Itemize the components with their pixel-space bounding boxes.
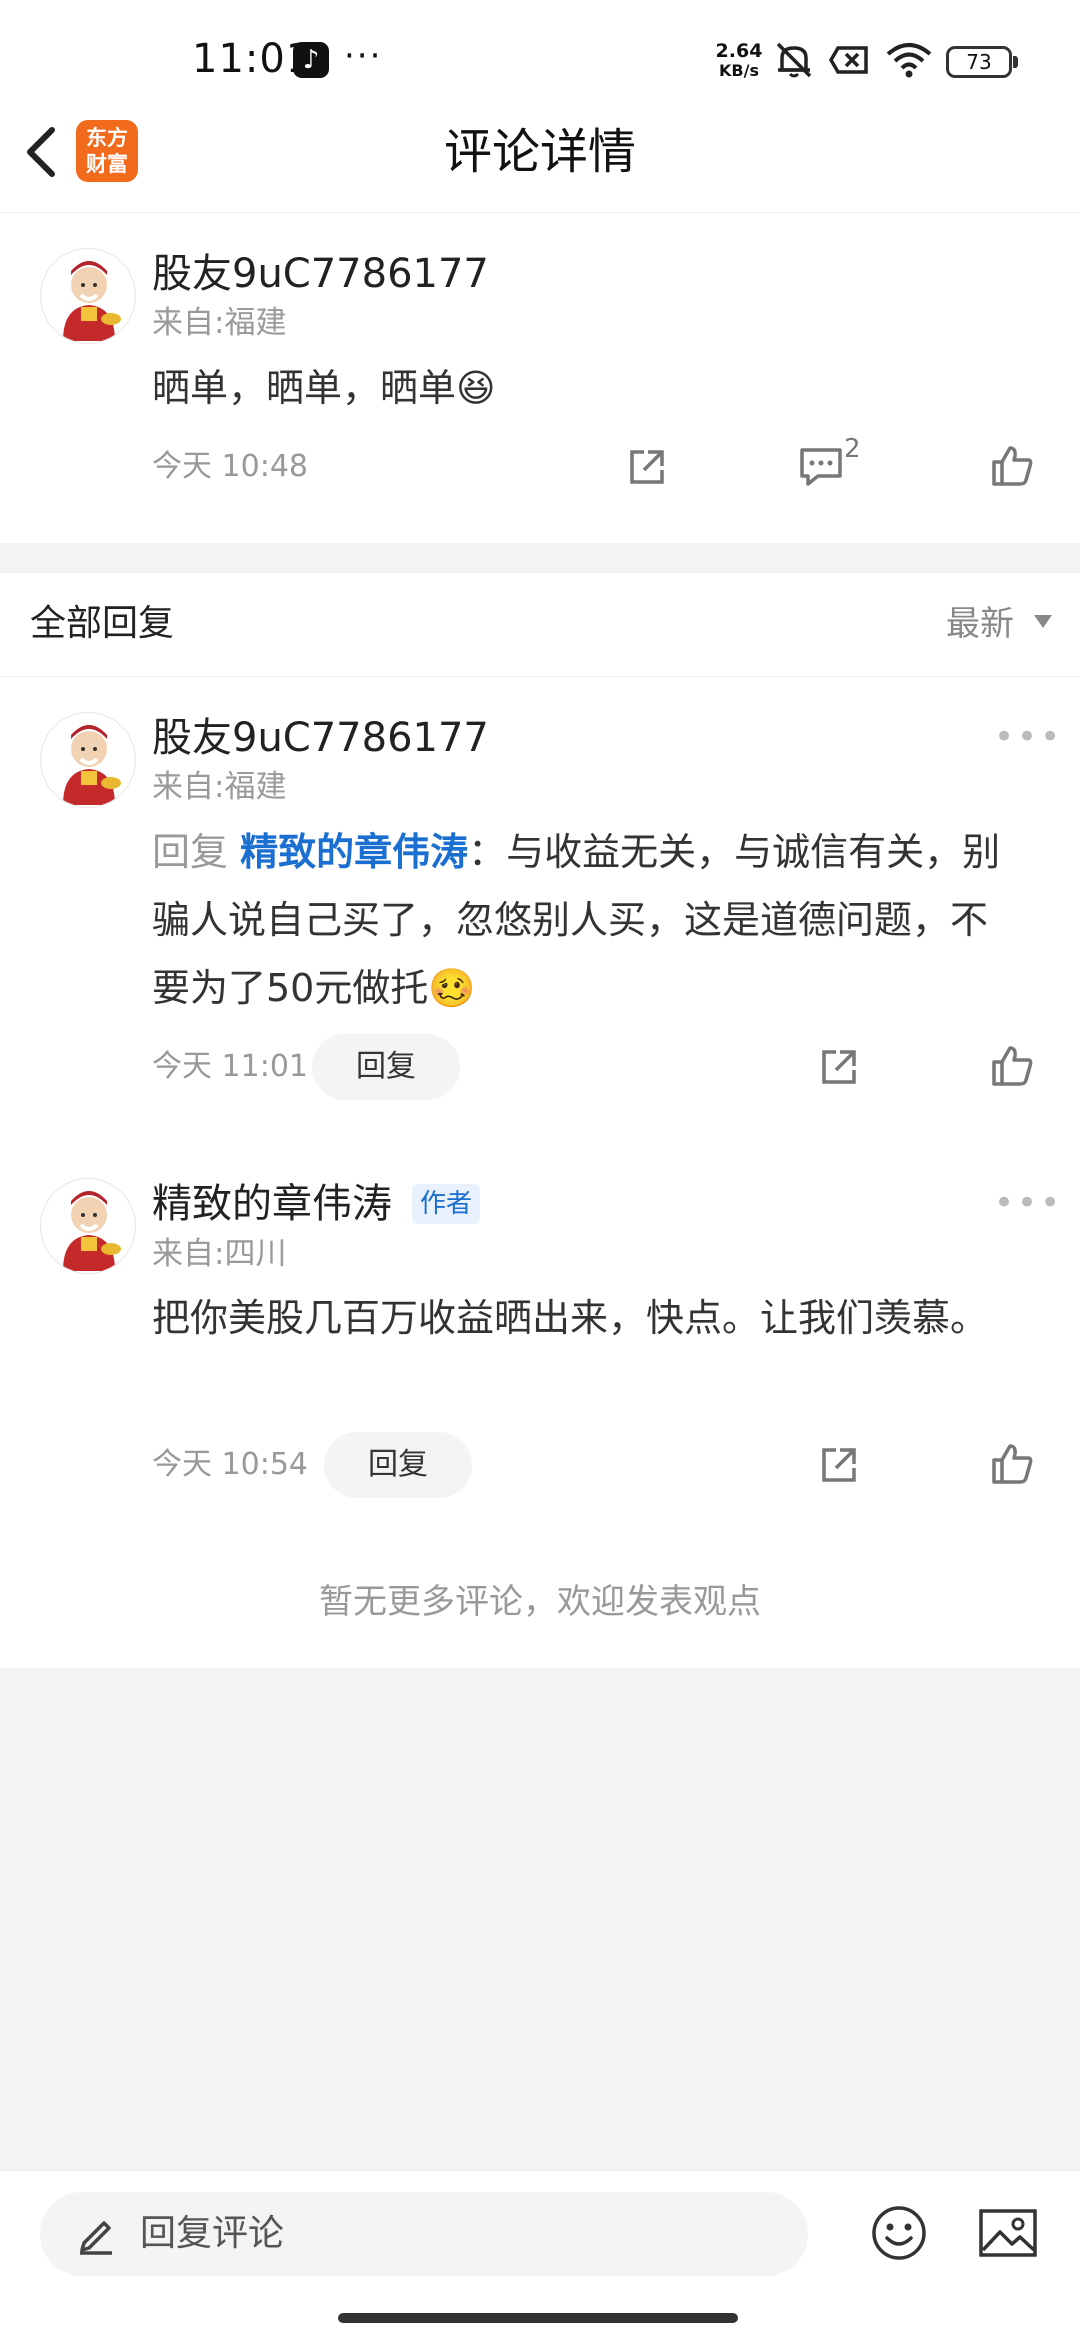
- sort-dropdown[interactable]: 最新: [946, 596, 1014, 652]
- wifi-icon: [884, 40, 934, 80]
- back-button[interactable]: [18, 122, 68, 182]
- like-button[interactable]: [990, 444, 1034, 488]
- username[interactable]: 股友9uC7786177: [152, 248, 489, 300]
- woozy-emoji-icon: 🥴: [428, 966, 476, 1010]
- image-icon: [979, 2209, 1037, 2257]
- more-icon[interactable]: •••: [994, 1186, 1063, 1220]
- laughing-emoji-icon: 😆: [456, 366, 496, 410]
- comment-count: 2: [844, 434, 861, 464]
- share-icon: [630, 450, 664, 484]
- user-location: 来自:福建: [152, 305, 287, 341]
- share-button[interactable]: [818, 1046, 860, 1088]
- divider: [0, 676, 1080, 677]
- share-button[interactable]: [626, 446, 668, 488]
- all-replies-label: 全部回复: [30, 603, 175, 644]
- chevron-down-icon[interactable]: [1034, 615, 1052, 628]
- emoji-button[interactable]: [870, 2204, 928, 2262]
- reply-button[interactable]: 回复: [312, 1034, 460, 1100]
- share-button[interactable]: [818, 1444, 860, 1486]
- app-logo[interactable]: 东方 财富: [76, 120, 138, 182]
- back-arrow-icon: [27, 127, 55, 177]
- like-button[interactable]: [990, 1442, 1034, 1486]
- reply-location: 来自:四川: [152, 1236, 287, 1272]
- reply-time: 今天 11:01: [152, 1049, 308, 1084]
- reply-button[interactable]: 回复: [324, 1432, 472, 1498]
- like-icon: [992, 446, 1033, 486]
- more-icon[interactable]: •••: [994, 720, 1063, 754]
- no-more-comments-text: 暂无更多评论，欢迎发表观点: [319, 1582, 761, 1622]
- more-notifications-icon: ···: [344, 36, 383, 76]
- network-speed: 2.64 KB/s: [715, 40, 763, 81]
- reply-text: 把你美股几百万收益晒出来，快点。让我们羡慕。: [152, 1296, 989, 1340]
- share-icon: [822, 1050, 856, 1084]
- share-icon: [822, 1448, 856, 1482]
- avatar[interactable]: [40, 712, 136, 808]
- image-button[interactable]: [978, 2206, 1038, 2260]
- sim-icon: [828, 40, 872, 80]
- home-indicator[interactable]: [338, 2313, 738, 2323]
- author-badge: 作者: [412, 1184, 481, 1224]
- reply-username[interactable]: 股友9uC7786177: [152, 712, 489, 764]
- comment-time: 今天 10:48: [152, 449, 308, 484]
- comment-text: 晒单，晒单，晒单😆: [152, 366, 496, 410]
- battery-indicator: 73: [946, 46, 1012, 78]
- tiktok-notification-icon: ♪: [293, 42, 329, 78]
- pencil-icon: [76, 2213, 116, 2255]
- page-title: 评论详情: [443, 124, 636, 180]
- like-button[interactable]: [990, 1044, 1034, 1088]
- comment-icon: [800, 448, 842, 486]
- avatar[interactable]: [40, 1178, 136, 1274]
- like-icon: [992, 1444, 1033, 1484]
- reply-time: 今天 10:54: [152, 1447, 308, 1482]
- battery-tip: [1013, 56, 1018, 68]
- comment-button[interactable]: [798, 446, 844, 488]
- reply-location: 来自:福建: [152, 769, 287, 805]
- emoji-icon: [872, 2206, 926, 2260]
- reply-text: 回复 精致的章伟涛：与收益无关，与诚信有关，别骗人说自己买了，忽悠别人买，这是道…: [152, 830, 1001, 1010]
- like-icon: [992, 1046, 1033, 1086]
- reply-input-placeholder[interactable]: 回复评论: [140, 2212, 284, 2256]
- section-divider: [0, 543, 1080, 573]
- reply-username[interactable]: 精致的章伟涛: [152, 1178, 392, 1230]
- mention-link[interactable]: 精致的章伟涛: [240, 830, 468, 874]
- mute-icon: [772, 40, 816, 80]
- avatar[interactable]: [40, 248, 136, 344]
